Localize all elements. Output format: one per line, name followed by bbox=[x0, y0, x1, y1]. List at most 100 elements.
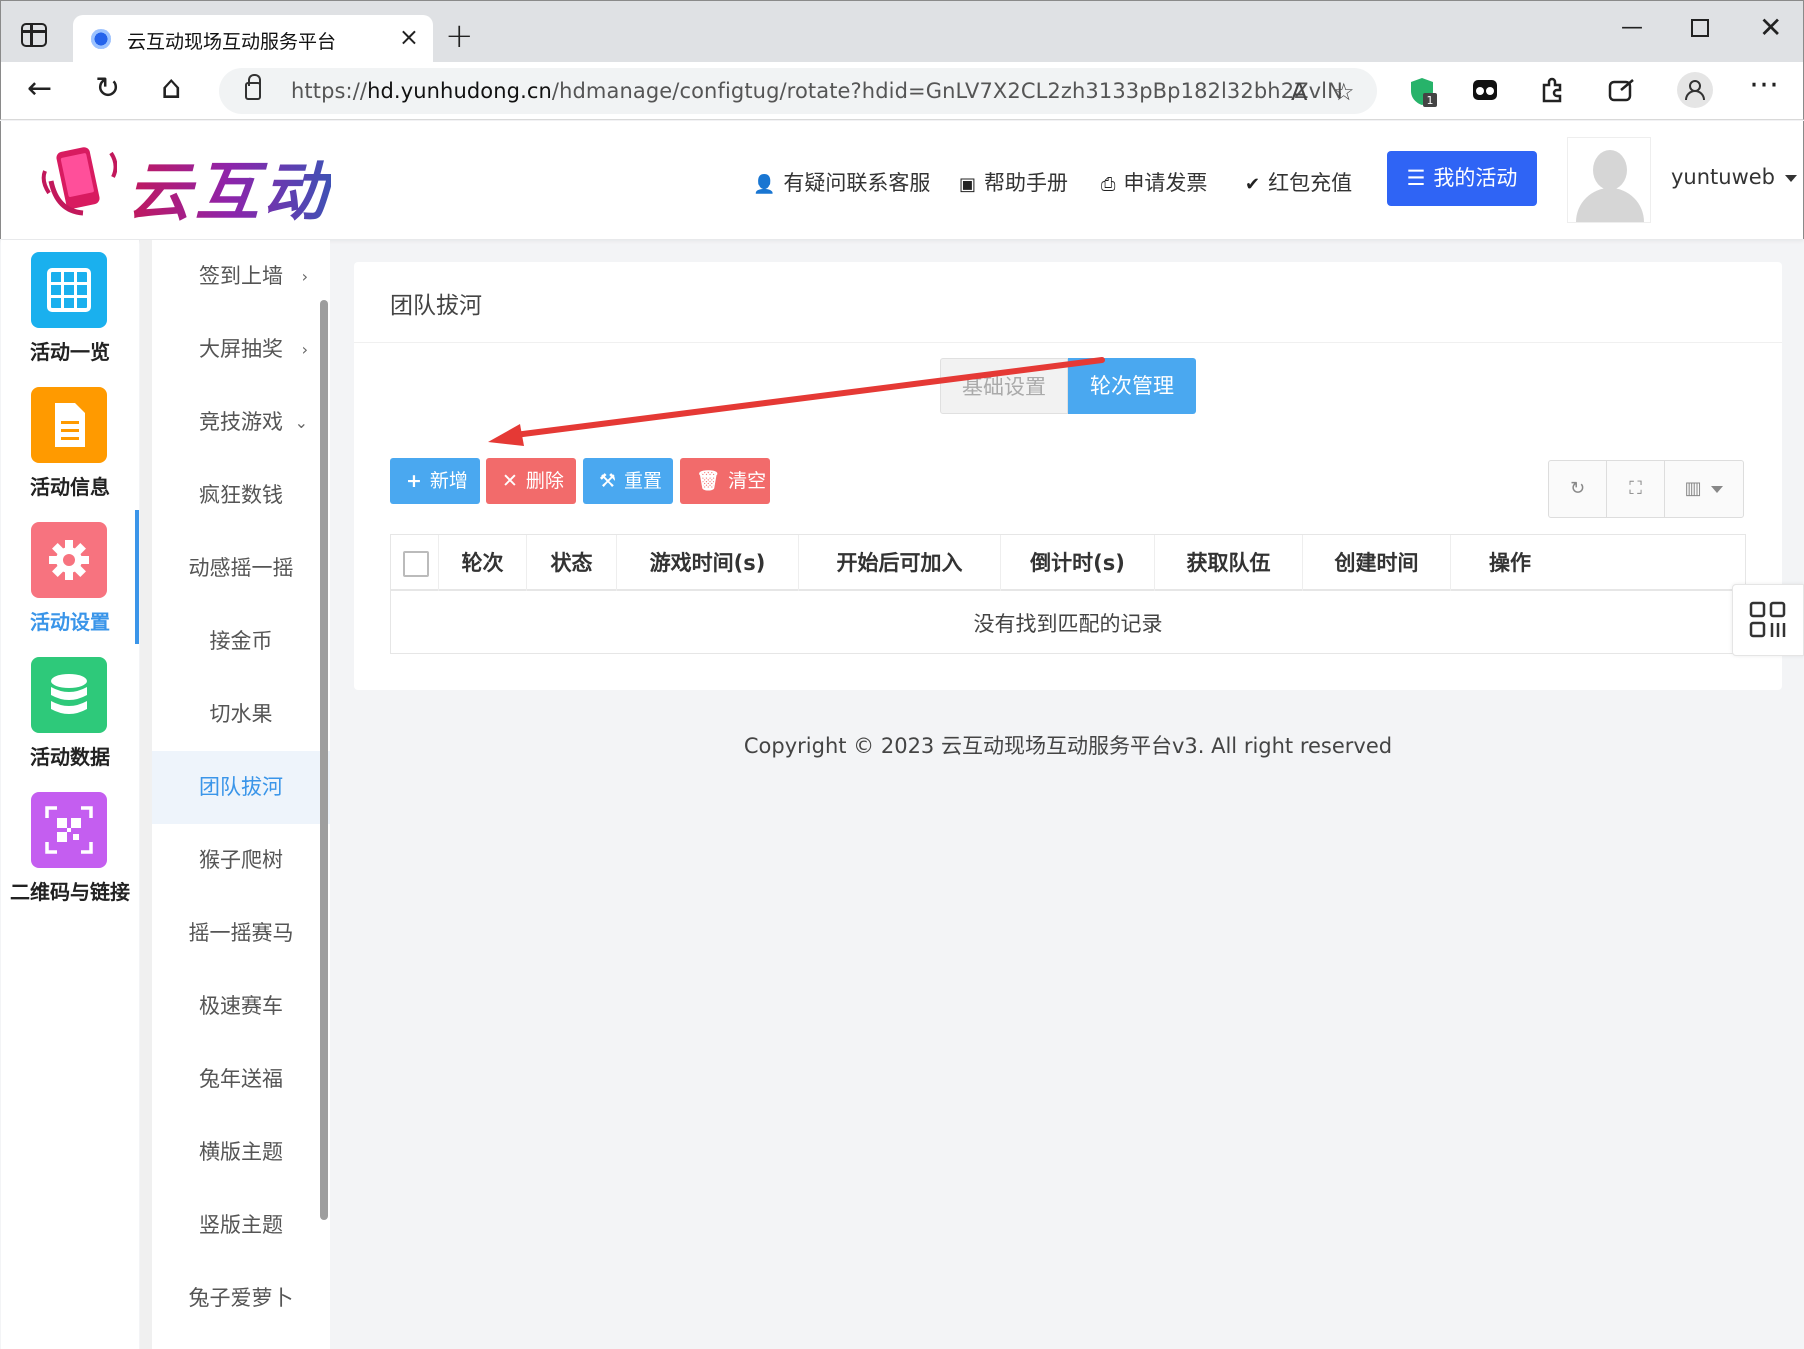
svg-text:1: 1 bbox=[1427, 94, 1434, 107]
user-menu[interactable]: yuntuweb bbox=[1671, 165, 1798, 189]
submenu-item-catch-coins[interactable]: 接金币 bbox=[152, 605, 330, 678]
submenu-item-cut-fruit[interactable]: 切水果 bbox=[152, 678, 330, 751]
submenu-item-signin-wall[interactable]: 签到上墙 › bbox=[152, 240, 330, 313]
chevron-right-icon: › bbox=[301, 267, 308, 286]
manual-link[interactable]: ▣ 帮助手册 bbox=[959, 167, 1068, 197]
printer-icon: ⎙ bbox=[1101, 174, 1116, 195]
gavel-icon: ⚒ bbox=[599, 470, 617, 492]
rounds-table: 轮次 状态 游戏时间(s) 开始后可加入 倒计时(s) 获取队伍 创建时间 操作… bbox=[390, 534, 1746, 654]
tab-basic-settings[interactable]: 基础设置 bbox=[940, 358, 1068, 414]
app-header: 云互动 👤 有疑问联系客服 ▣ 帮助手册 ⎙ 申请发票 ✔ 红包充值 ☰ 我的活动 yun… bbox=[0, 121, 1804, 239]
more-menu-icon[interactable]: ⋯ bbox=[1749, 70, 1779, 100]
browser-tab[interactable]: 云互动现场互动服务平台 × bbox=[73, 15, 433, 63]
close-window-icon[interactable]: ✕ bbox=[1759, 11, 1782, 44]
add-button[interactable]: + 新增 bbox=[390, 458, 480, 504]
avatar[interactable] bbox=[1567, 137, 1651, 223]
sidebar-item-qrcode[interactable]: 二维码与链接 bbox=[1, 780, 139, 910]
lock-icon[interactable] bbox=[245, 74, 261, 100]
submenu-item-horse-race[interactable]: 摇一摇赛马 bbox=[152, 897, 330, 970]
submenu-item-games[interactable]: 竞技游戏 ⌄ bbox=[152, 386, 330, 459]
back-icon[interactable]: ← bbox=[27, 74, 52, 104]
sidebar-item-data[interactable]: 活动数据 bbox=[1, 645, 139, 775]
submenu-item-horizontal-theme[interactable]: 横版主题 bbox=[152, 1116, 330, 1189]
logo-phone-icon[interactable] bbox=[39, 141, 117, 219]
tab-title: 云互动现场互动服务平台 bbox=[127, 31, 337, 53]
column-header[interactable]: 创建时间 bbox=[1303, 535, 1451, 591]
extensions-puzzle-icon[interactable] bbox=[1539, 76, 1567, 104]
sidebar-gutter bbox=[140, 240, 152, 1349]
submenu-item-rabbit-carrot[interactable]: 兔子爱萝卜 bbox=[152, 1262, 330, 1335]
profile-icon[interactable] bbox=[1677, 72, 1713, 108]
column-header[interactable]: 轮次 bbox=[439, 535, 527, 591]
shield-extension-icon[interactable]: 1 bbox=[1409, 76, 1437, 107]
submenu-item-tug-of-war[interactable]: 团队拔河 bbox=[152, 751, 330, 824]
submenu-item-vertical-theme[interactable]: 竖版主题 bbox=[152, 1189, 330, 1262]
content-panel: 团队拔河 基础设置 轮次管理 + 新增 ✕ 删除 ⚒ 重置 🗑 清空 ↻ ⛶ ▥ 轮次 … bbox=[354, 262, 1782, 690]
sidebar-item-overview[interactable]: 活动一览 bbox=[1, 240, 139, 370]
url-text[interactable]: https://hd.yunhudong.cn/hdmanage/configt… bbox=[291, 79, 1343, 103]
submenu-item-rabbit-luck[interactable]: 兔年送福 bbox=[152, 1043, 330, 1116]
select-all-cell bbox=[391, 535, 439, 591]
document-icon bbox=[31, 387, 107, 463]
clear-button[interactable]: 🗑 清空 bbox=[680, 458, 770, 504]
read-aloud-icon[interactable]: A bbox=[1291, 78, 1307, 106]
tab-round-management[interactable]: 轮次管理 bbox=[1068, 358, 1196, 414]
my-activity-button[interactable]: ☰ 我的活动 bbox=[1387, 151, 1537, 206]
submenu-item-monkey-climb[interactable]: 猴子爬树 bbox=[152, 824, 330, 897]
chevron-right-icon: › bbox=[301, 340, 308, 359]
maximize-icon[interactable] bbox=[1691, 19, 1709, 37]
check-shield-icon: ✔ bbox=[1245, 174, 1261, 195]
new-tab-icon[interactable]: + bbox=[445, 19, 474, 53]
recharge-link[interactable]: ✔ 红包充值 bbox=[1245, 167, 1352, 197]
add-user-icon: 👤 bbox=[753, 174, 776, 195]
submenu-item-lottery[interactable]: 大屏抽奖 › bbox=[152, 313, 330, 386]
sidebar-label: 二维码与链接 bbox=[10, 880, 130, 904]
submenu-item-shake[interactable]: 动感摇一摇 bbox=[152, 532, 330, 605]
column-header[interactable]: 状态 bbox=[527, 535, 617, 591]
column-header[interactable]: 游戏时间(s) bbox=[617, 535, 799, 591]
site-favicon-icon bbox=[91, 29, 111, 49]
column-header[interactable]: 获取队伍 bbox=[1155, 535, 1303, 591]
reset-button[interactable]: ⚒ 重置 bbox=[583, 458, 673, 504]
chevron-down-icon: ⌄ bbox=[294, 413, 308, 432]
column-header[interactable]: 倒计时(s) bbox=[1001, 535, 1155, 591]
url-field[interactable]: https://hd.yunhudong.cn/hdmanage/configt… bbox=[219, 68, 1377, 114]
trash-icon: 🗑 bbox=[696, 470, 721, 492]
sidebar-item-info[interactable]: 活动信息 bbox=[1, 375, 139, 505]
copyright: Copyright © 2023 云互动现场互动服务平台v3. All righ… bbox=[743, 734, 1393, 758]
qrcode-icon bbox=[31, 792, 107, 868]
tab-actions-icon[interactable] bbox=[21, 23, 47, 47]
grid-icon bbox=[31, 252, 107, 328]
sidebar-item-settings[interactable]: 活动设置 bbox=[1, 510, 139, 644]
refresh-table-icon[interactable]: ↻ bbox=[1549, 461, 1607, 517]
list-icon: ☰ bbox=[1406, 166, 1426, 190]
divider bbox=[354, 342, 1782, 343]
fullscreen-icon[interactable]: ⛶ bbox=[1607, 461, 1665, 517]
sidebar-label: 活动信息 bbox=[30, 475, 110, 499]
delete-button[interactable]: ✕ 删除 bbox=[486, 458, 576, 504]
x-icon: ✕ bbox=[502, 470, 518, 492]
sidebar-label: 活动设置 bbox=[30, 610, 110, 634]
qr-float-button[interactable] bbox=[1732, 584, 1804, 656]
support-link[interactable]: 👤 有疑问联系客服 bbox=[753, 167, 930, 197]
column-header[interactable]: 开始后可加入 bbox=[799, 535, 1001, 591]
columns-toggle-icon[interactable]: ▥ bbox=[1665, 461, 1743, 517]
page-title: 团队拔河 bbox=[390, 293, 482, 319]
invoice-link[interactable]: ⎙ 申请发票 bbox=[1101, 167, 1207, 197]
plus-icon: + bbox=[406, 470, 422, 492]
home-icon[interactable]: ⌂ bbox=[161, 71, 181, 103]
close-tab-icon[interactable]: × bbox=[399, 25, 419, 49]
select-all-checkbox[interactable] bbox=[403, 551, 429, 577]
column-header[interactable]: 操作 bbox=[1451, 535, 1569, 591]
logo-text[interactable]: 云互动 bbox=[127, 141, 331, 233]
favorite-star-icon[interactable]: ☆ bbox=[1333, 78, 1355, 106]
submenu-item-car-race[interactable]: 极速赛车 bbox=[152, 970, 330, 1043]
refresh-icon[interactable]: ↻ bbox=[95, 74, 120, 104]
submenu-item-crazy-money[interactable]: 疯狂数钱 bbox=[152, 459, 330, 532]
sidebar-label: 活动一览 bbox=[30, 340, 110, 364]
minimize-icon[interactable]: — bbox=[1621, 15, 1643, 40]
book-icon: ▣ bbox=[959, 174, 977, 195]
submenu-scrollbar[interactable] bbox=[320, 300, 328, 1220]
extension-icon[interactable] bbox=[1471, 76, 1499, 104]
collections-icon[interactable] bbox=[1607, 76, 1635, 104]
